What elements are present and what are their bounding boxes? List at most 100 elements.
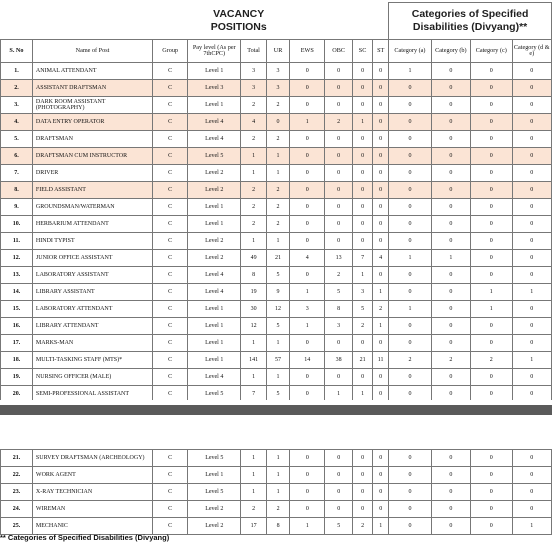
category-c-cell: 0 — [470, 130, 513, 148]
total-cell: 12 — [240, 317, 267, 335]
post-name-cell: WORK AGENT — [31, 466, 154, 484]
group-cell: C — [152, 283, 189, 301]
table-row: 23. X-RAY TECHNICIAN C Level 51100000000 — [0, 483, 552, 501]
pay-level-cell: Level 2 — [187, 517, 242, 535]
ews-cell: 1 — [289, 283, 326, 301]
ews-cell: 0 — [289, 130, 326, 148]
pay-level-cell: Level 4 — [187, 130, 242, 148]
category-b-cell: 0 — [430, 198, 472, 216]
ews-cell: 0 — [289, 449, 326, 467]
category-b-cell: 0 — [430, 96, 472, 114]
category-c-cell: 0 — [470, 181, 513, 199]
obc-cell: 5 — [324, 283, 353, 301]
page-separator — [0, 405, 552, 415]
st-cell: 0 — [372, 449, 390, 467]
category-de-cell: 0 — [511, 198, 552, 216]
pay-level-cell: Level 1 — [187, 351, 242, 369]
st-cell: 1 — [372, 283, 390, 301]
col-ur: UR — [265, 39, 291, 63]
serial-number-cell: 18. — [0, 351, 33, 369]
category-b-cell: 1 — [430, 249, 472, 267]
group-cell: C — [152, 249, 189, 267]
pay-level-cell: Level 5 — [187, 449, 242, 467]
category-c-cell: 0 — [470, 483, 513, 501]
st-cell: 0 — [372, 79, 390, 97]
category-c-cell: 0 — [470, 79, 513, 97]
category-a-cell: 0 — [388, 334, 432, 352]
obc-cell: 0 — [324, 181, 353, 199]
group-cell: C — [152, 198, 189, 216]
category-de-cell: 0 — [511, 62, 552, 80]
category-de-cell: 1 — [511, 517, 552, 535]
sc-cell: 7 — [351, 249, 374, 267]
obc-cell: 2 — [324, 113, 353, 131]
ur-cell: 21 — [265, 249, 291, 267]
table-row: 15. LABORATORY ATTENDANT C Level 1 30 12 3 8 5 2 1… — [0, 300, 552, 318]
table-row: 3. DARK ROOM ASSISTANT (PHOTOGRAPHY) C Leve… — [0, 96, 552, 114]
post-name-cell: HERBARIUM ATTENDANT — [31, 215, 154, 233]
ews-cell: 4 — [289, 249, 326, 267]
total-cell: 1 — [240, 449, 267, 467]
sc-cell: 0 — [351, 147, 374, 165]
col-cat-a: Category (a) — [388, 39, 432, 63]
ur-cell: 1 — [265, 164, 291, 182]
post-name-cell: X-RAY TECHNICIAN — [31, 483, 154, 501]
table-row: 6. DRAFTSMAN CUM INSTRUCTOR C Level 5110000… — [0, 147, 552, 165]
post-name-cell: MECHANIC — [31, 517, 154, 535]
col-cat-b: Category (b) — [430, 39, 472, 63]
serial-number-cell: 7. — [0, 164, 33, 182]
post-name-cell: DRIVER — [31, 164, 154, 182]
ews-cell: 0 — [289, 198, 326, 216]
st-cell: 0 — [372, 113, 390, 131]
group-cell: C — [152, 113, 189, 131]
category-b-cell: 0 — [430, 317, 472, 335]
category-c-cell: 1 — [470, 283, 513, 301]
table-row: 8. FIELD ASSISTANT C Level 22200000000 — [0, 181, 552, 199]
sc-cell: 2 — [352, 517, 374, 535]
category-b-cell: 0 — [430, 79, 472, 97]
total-cell: 141 — [240, 351, 267, 369]
category-a-cell: 2 — [388, 351, 432, 369]
ews-cell: 0 — [289, 483, 326, 501]
obc-cell: 0 — [324, 198, 353, 216]
total-cell: 30 — [240, 300, 267, 318]
sc-cell: 0 — [351, 368, 374, 386]
pay-level-cell: Level 3 — [187, 79, 242, 97]
category-c-cell: 1 — [470, 300, 513, 318]
total-cell: 1 — [240, 334, 267, 352]
category-c-cell: 2 — [470, 351, 513, 369]
pay-level-cell: Level 1 — [187, 215, 242, 233]
category-de-cell: 0 — [511, 147, 552, 165]
st-cell: 1 — [372, 317, 390, 335]
table-body-continued: 21. SURVEY DRAFTSMAN (ARCHEOLOGY) C Level 5… — [0, 449, 552, 535]
ews-cell: 1 — [289, 113, 326, 131]
category-c-cell: 0 — [470, 215, 513, 233]
st-cell: 2 — [372, 300, 390, 318]
pay-level-cell: Level 2 — [187, 232, 242, 250]
ur-cell: 2 — [265, 500, 291, 518]
pay-level-cell: Level 1 — [187, 198, 242, 216]
category-b-cell: 0 — [430, 232, 472, 250]
st-cell: 0 — [372, 96, 390, 114]
pay-level-cell: Level 1 — [187, 62, 242, 80]
category-c-cell: 0 — [470, 500, 513, 518]
category-de-cell: 0 — [511, 266, 552, 284]
sc-cell: 0 — [351, 198, 374, 216]
category-de-cell: 0 — [511, 215, 552, 233]
vacancy-title: VACANCY POSITIONs — [210, 7, 267, 33]
category-c-cell: 0 — [470, 517, 513, 535]
serial-number-cell: 5. — [0, 130, 33, 148]
obc-cell: 0 — [324, 96, 353, 114]
category-a-cell: 0 — [388, 466, 432, 484]
st-cell: 0 — [372, 500, 390, 518]
obc-cell: 8 — [324, 300, 353, 318]
ur-cell: 1 — [265, 466, 291, 484]
serial-number-cell: 2. — [0, 79, 33, 97]
category-b-cell: 0 — [430, 483, 472, 501]
category-b-cell: 0 — [430, 449, 472, 467]
total-cell: 2 — [240, 215, 267, 233]
category-de-cell: 0 — [511, 164, 552, 182]
ews-cell: 1 — [289, 517, 326, 535]
post-name-cell: SURVEY DRAFTSMAN (ARCHEOLOGY) — [31, 449, 154, 467]
serial-number-cell: 16. — [0, 317, 33, 335]
